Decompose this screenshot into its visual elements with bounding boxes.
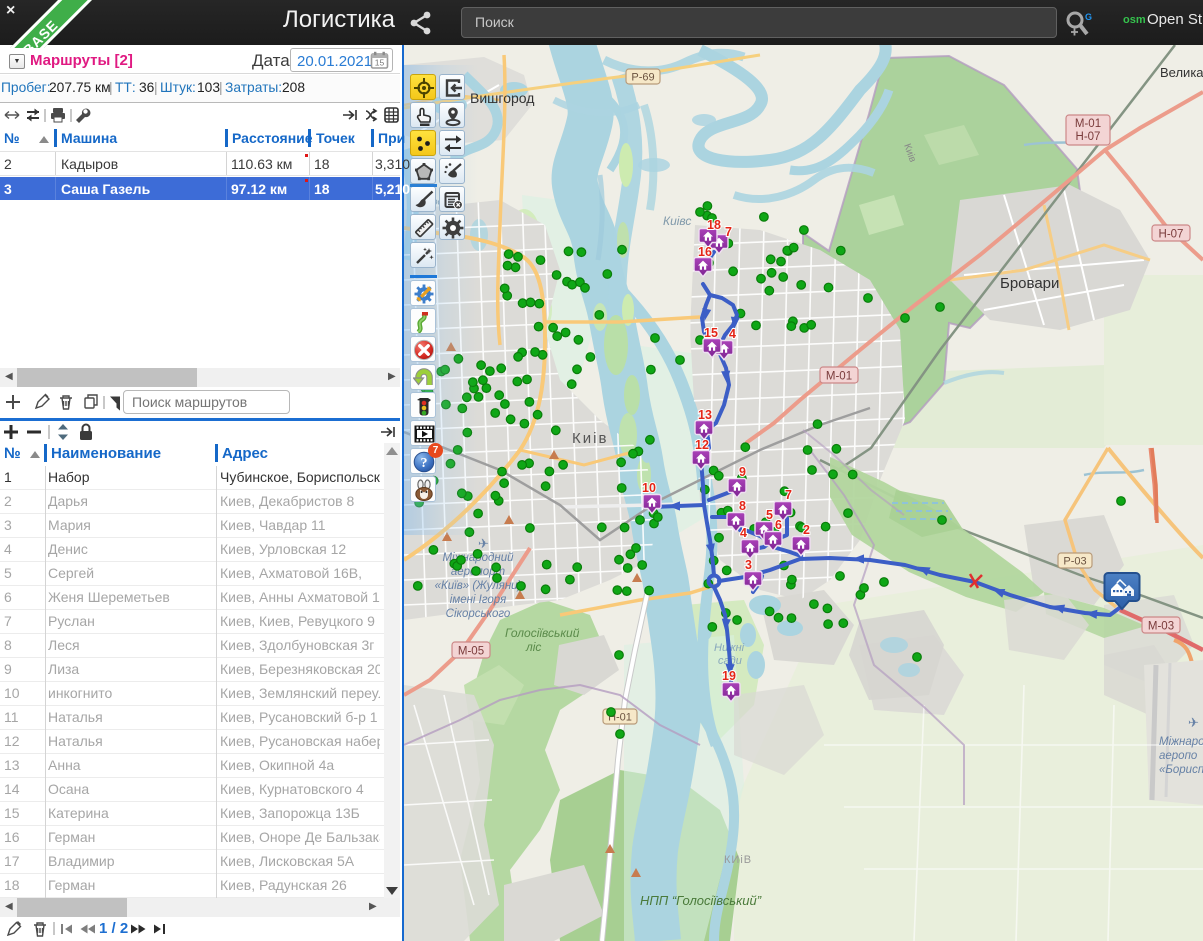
svg-text:9: 9 xyxy=(739,465,746,479)
svg-text:НПП “Голосiївський”: НПП “Голосiївський” xyxy=(640,893,762,908)
svg-text:✈: ✈ xyxy=(1188,715,1199,730)
svg-text:лiс: лiс xyxy=(525,640,541,654)
svg-text:«Київ» (Жуляни): «Київ» (Жуляни) xyxy=(435,580,522,592)
svg-text:4: 4 xyxy=(740,526,747,540)
svg-text:КИiВ: КИiВ xyxy=(724,854,752,866)
svg-text:М-01: М-01 xyxy=(1075,118,1101,130)
svg-text:Р-03: Р-03 xyxy=(1063,556,1086,568)
svg-text:12: 12 xyxy=(695,438,709,452)
svg-text:?: ? xyxy=(421,456,428,471)
svg-text:Сiкорського: Сiкорського xyxy=(446,608,511,620)
svg-text:«Борисп: «Борисп xyxy=(1159,764,1203,776)
svg-text:19: 19 xyxy=(722,669,736,683)
svg-text:10: 10 xyxy=(642,481,656,495)
svg-text:Мiжнаро: Мiжнаро xyxy=(1159,736,1203,748)
svg-text:Вишгород: Вишгород xyxy=(470,90,534,106)
svg-text:✈: ✈ xyxy=(478,536,489,551)
svg-text:М-05: М-05 xyxy=(458,646,484,658)
svg-text:аеропо: аеропо xyxy=(1159,750,1198,762)
svg-text:3: 3 xyxy=(745,558,752,572)
svg-text:13: 13 xyxy=(698,408,712,422)
svg-text:2: 2 xyxy=(803,523,810,537)
svg-text:М-01: М-01 xyxy=(826,371,852,383)
svg-text:Н-07: Н-07 xyxy=(1159,229,1184,241)
svg-text:Велика: Велика xyxy=(1160,65,1203,80)
svg-text:Киiв: Киiв xyxy=(572,430,608,447)
svg-text:Киiвс: Киiвс xyxy=(663,214,691,228)
svg-text:18: 18 xyxy=(707,218,721,232)
svg-text:Н-07: Н-07 xyxy=(1076,131,1101,143)
svg-text:16: 16 xyxy=(698,245,712,259)
svg-text:6: 6 xyxy=(775,518,782,532)
svg-text:Голосiївський: Голосiївський xyxy=(505,626,580,640)
svg-text:15: 15 xyxy=(375,58,385,68)
svg-text:Бровари: Бровари xyxy=(1000,275,1059,292)
svg-text:8: 8 xyxy=(739,499,746,513)
svg-text:iменi Iгоря: iменi Iгоря xyxy=(450,594,506,606)
svg-text:5: 5 xyxy=(766,508,773,522)
svg-text:15: 15 xyxy=(704,326,718,340)
svg-text:7: 7 xyxy=(725,225,732,239)
svg-text:G: G xyxy=(1085,12,1092,22)
svg-text:7: 7 xyxy=(785,488,792,502)
svg-text:Р-69: Р-69 xyxy=(631,72,654,84)
svg-text:М-03: М-03 xyxy=(1148,621,1174,633)
svg-text:4: 4 xyxy=(729,327,736,341)
